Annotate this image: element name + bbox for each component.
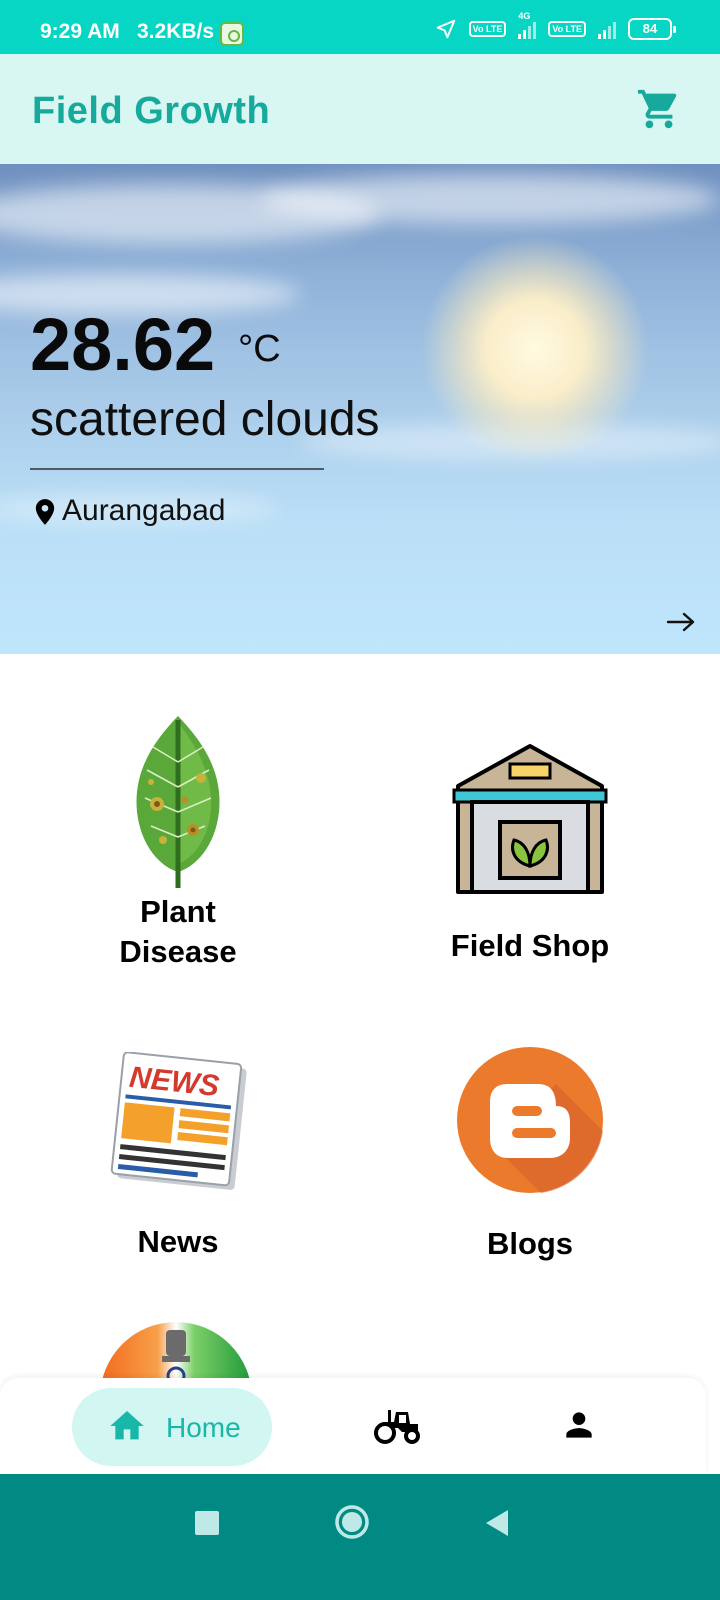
- app-bar: Field Growth: [0, 54, 720, 164]
- location-arrow-icon: [436, 19, 455, 39]
- home-icon: [110, 1411, 144, 1440]
- back-icon[interactable]: [484, 1508, 510, 1538]
- tractor-icon[interactable]: [374, 1408, 422, 1444]
- diseased-leaf-icon: [136, 716, 220, 888]
- status-network-speed: 3.2KB/s: [137, 20, 215, 43]
- newspaper-icon: NEWS: [110, 1052, 247, 1190]
- volte-icon-2: Vo LTE: [548, 21, 586, 37]
- government-emblem-icon: [102, 1322, 250, 1378]
- cloud: [260, 174, 720, 224]
- status-indicators: Vo LTE 4G Vo LTE 84: [435, 11, 676, 40]
- tile-government-scheme[interactable]: [100, 1322, 252, 1378]
- temperature-unit: °C: [238, 328, 281, 370]
- sun: [420, 234, 650, 464]
- status-time: 9:29 AM: [40, 20, 120, 43]
- tile-label: Field Shop: [450, 928, 610, 963]
- location-name: Aurangabad: [62, 494, 226, 527]
- nav-home-label: Home: [166, 1412, 241, 1443]
- bottom-navigation: Home: [0, 1378, 706, 1474]
- battery-icon: 84: [628, 18, 676, 40]
- volte-icon: Vo LTE: [468, 21, 507, 37]
- tile-news[interactable]: NEWS News: [58, 1052, 298, 1262]
- weather-card[interactable]: 28.62 °C scattered clouds Aurangabad: [0, 164, 720, 654]
- home-button-icon[interactable]: [334, 1504, 370, 1540]
- blogger-icon: [457, 1047, 603, 1193]
- nav-home[interactable]: Home: [72, 1388, 272, 1466]
- status-bar: 9:29 AM 3.2KB/s Vo LTE 4G Vo LTE 84: [0, 0, 720, 54]
- app-title: Field Growth: [32, 90, 271, 132]
- arrow-right-icon[interactable]: [666, 610, 696, 634]
- network-type-label: 4G: [518, 11, 531, 21]
- tile-label-line2: Disease: [119, 934, 237, 969]
- temperature-value: 28.62: [30, 303, 216, 386]
- warehouse-icon: [452, 744, 608, 894]
- tile-field-shop[interactable]: Field Shop: [410, 742, 650, 966]
- divider: [30, 468, 324, 470]
- profile-icon[interactable]: [560, 1406, 598, 1444]
- tile-plant-disease[interactable]: Plant Disease: [58, 712, 298, 972]
- location-pin-icon: [35, 499, 55, 525]
- signal-4g-icon: 4G: [518, 11, 537, 39]
- recent-apps-icon[interactable]: [194, 1510, 220, 1536]
- tile-blogs[interactable]: Blogs: [410, 1046, 650, 1264]
- tile-label: News: [137, 1224, 219, 1259]
- tile-label-line1: Plant: [140, 894, 216, 929]
- notification-app-icon: [220, 22, 244, 46]
- shopping-cart-icon[interactable]: [636, 86, 682, 132]
- system-navigation-bar: [0, 1474, 720, 1600]
- tile-label: Blogs: [486, 1226, 574, 1261]
- signal-icon: [598, 19, 616, 39]
- weather-description: scattered clouds: [30, 393, 380, 446]
